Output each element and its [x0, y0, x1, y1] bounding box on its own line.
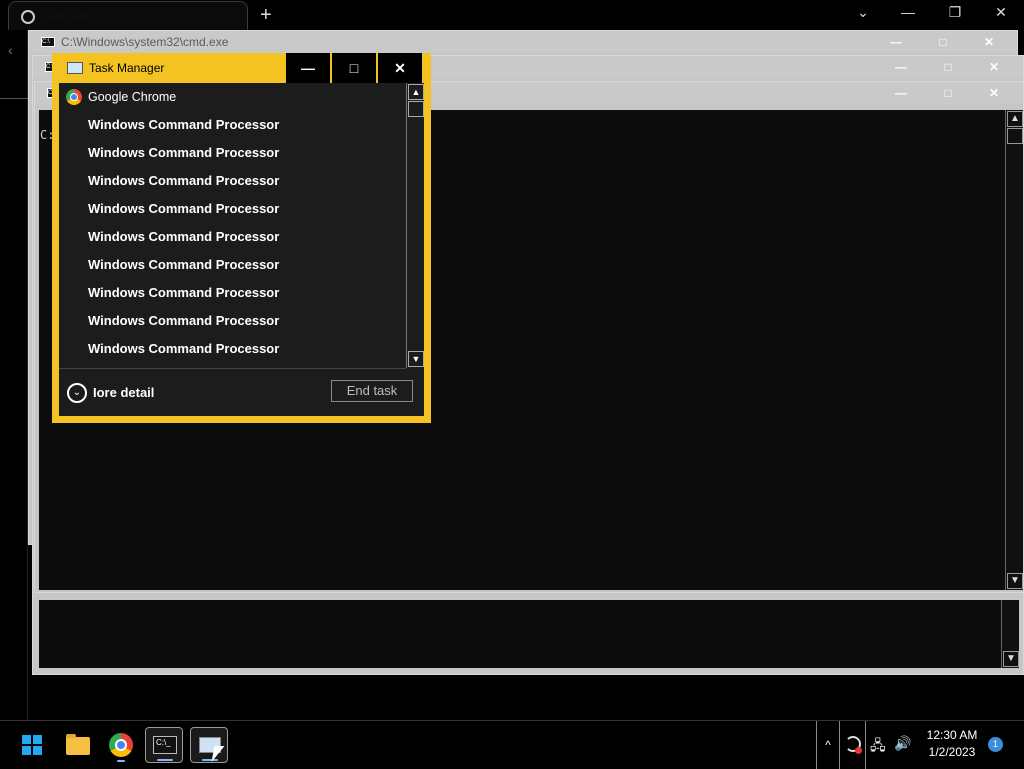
- chrome-favicon-icon: [21, 10, 35, 24]
- scrollbar[interactable]: ▼: [1001, 600, 1019, 668]
- list-item[interactable]: Windows Command Processor: [59, 167, 406, 195]
- task-manager-body: Google Chrome Windows Command Processor …: [59, 83, 424, 416]
- new-tab-button[interactable]: +: [260, 3, 272, 27]
- tab-search-button[interactable]: ⌄: [848, 4, 878, 21]
- process-name: Windows Command Processor: [88, 117, 280, 132]
- list-item[interactable]: Windows Command Processor: [59, 251, 406, 279]
- task-manager-icon: [67, 62, 83, 74]
- process-name: Windows Command Processor: [88, 201, 280, 216]
- windows-logo-icon: [22, 735, 42, 755]
- chrome-close-button[interactable]: ✕: [986, 4, 1016, 21]
- cmd-minimize-button[interactable]: —: [879, 82, 923, 104]
- process-name: Windows Command Processor: [88, 145, 280, 160]
- process-list-scrollbar[interactable]: ▲ ▼: [406, 83, 424, 368]
- process-name: Windows Command Processor: [88, 173, 280, 188]
- list-item[interactable]: Windows Command Processor: [59, 279, 406, 307]
- cmd-close-button[interactable]: ✕: [972, 56, 1016, 78]
- process-name: Windows Command Processor: [88, 313, 280, 328]
- cmd-taskbar-button[interactable]: C:\_: [145, 727, 183, 763]
- scroll-down-arrow-icon[interactable]: ▼: [408, 351, 424, 367]
- network-icon[interactable]: 🖧: [870, 735, 886, 759]
- list-item[interactable]: Windows Command Processor: [59, 139, 406, 167]
- process-name: Windows Command Processor: [88, 229, 280, 244]
- task-manager-titlebar[interactable]: Task Manager — □ ✕: [52, 53, 431, 83]
- cmd-window-titlebar[interactable]: C:\ C:\Windows\system32\cmd.exe — □ ✕: [29, 31, 1017, 53]
- file-explorer-button[interactable]: [58, 727, 96, 763]
- list-item[interactable]: Google Chrome: [59, 83, 406, 111]
- chrome-window-titlebar: New Tab + ⌄ — ❐ ✕: [0, 0, 1024, 31]
- task-manager-title: Task Manager: [89, 61, 165, 75]
- clock-time: 12:30 AM: [926, 728, 978, 742]
- list-item[interactable]: Windows Command Processor: [59, 111, 406, 139]
- list-item[interactable]: Windows Command Processor: [59, 307, 406, 335]
- chevron-down-icon[interactable]: ⌄: [67, 383, 87, 403]
- process-list[interactable]: Google Chrome Windows Command Processor …: [59, 83, 406, 368]
- taskbar: C:\_ ^ 🖧 🔊 12:30 AM 1/2/2023 1: [0, 720, 1024, 769]
- running-indicator: [157, 759, 173, 761]
- list-item[interactable]: Windows Command Processor: [59, 223, 406, 251]
- process-name: Windows Command Processor: [88, 341, 280, 356]
- running-indicator: [117, 760, 125, 762]
- chrome-icon: [66, 89, 82, 105]
- chrome-minimize-button[interactable]: —: [893, 4, 923, 20]
- back-arrow-icon[interactable]: ‹: [8, 42, 13, 58]
- chrome-icon: [109, 733, 133, 757]
- divider: [0, 98, 28, 99]
- volume-icon[interactable]: 🔊: [894, 735, 911, 752]
- cmd-icon: C:\: [41, 37, 55, 47]
- cmd-maximize-button[interactable]: □: [921, 31, 965, 53]
- alert-dot-icon: [855, 747, 862, 754]
- notification-badge[interactable]: 1: [988, 737, 1003, 752]
- divider: [59, 368, 406, 369]
- task-manager-window: Task Manager — □ ✕ Google Chrome Windows…: [52, 53, 431, 423]
- close-button[interactable]: ✕: [378, 53, 422, 83]
- clock[interactable]: 12:30 AM 1/2/2023: [920, 727, 984, 761]
- start-button[interactable]: [13, 727, 51, 763]
- process-name: Windows Command Processor: [88, 257, 280, 272]
- clock-date: 1/2/2023: [928, 745, 976, 759]
- chrome-tab[interactable]: New Tab: [8, 1, 248, 31]
- process-name: Windows Command Processor: [88, 285, 280, 300]
- list-item[interactable]: Windows Command Processor: [59, 335, 406, 363]
- minimize-button[interactable]: —: [286, 53, 330, 83]
- scroll-up-arrow-icon[interactable]: ▲: [1007, 111, 1023, 127]
- more-details-link[interactable]: Iore detail: [93, 385, 154, 400]
- cmd-minimize-button[interactable]: —: [879, 56, 923, 78]
- cmd-maximize-button[interactable]: □: [926, 56, 970, 78]
- cmd-window-title: C:\Windows\system32\cmd.exe: [61, 35, 229, 49]
- sync-tray-icon[interactable]: [842, 721, 866, 769]
- scroll-down-arrow-icon[interactable]: ▼: [1007, 573, 1023, 589]
- chrome-restore-button[interactable]: ❐: [940, 4, 970, 21]
- scrollbar[interactable]: ▲ ▼: [1005, 110, 1023, 590]
- list-item[interactable]: Windows Command Processor: [59, 195, 406, 223]
- cmd-minimize-button[interactable]: —: [874, 31, 918, 53]
- cmd-maximize-button[interactable]: □: [926, 82, 970, 104]
- folder-icon: [66, 734, 90, 755]
- maximize-button[interactable]: □: [332, 53, 376, 83]
- chrome-tab-title: New Tab: [43, 9, 90, 23]
- process-name: Google Chrome: [88, 90, 177, 104]
- end-task-button[interactable]: End task: [331, 380, 413, 402]
- scroll-thumb[interactable]: [1007, 128, 1023, 144]
- scroll-thumb[interactable]: [408, 101, 424, 117]
- scroll-up-arrow-icon[interactable]: ▲: [408, 84, 424, 100]
- scroll-down-arrow-icon[interactable]: ▼: [1003, 651, 1019, 667]
- chrome-taskbar-button[interactable]: [102, 727, 140, 763]
- show-hidden-icons-button[interactable]: ^: [816, 721, 840, 769]
- cmd-close-button[interactable]: ✕: [972, 82, 1016, 104]
- cmd-close-button[interactable]: ✕: [967, 31, 1011, 53]
- cmd-icon: C:\_: [153, 736, 177, 754]
- chrome-content-edge: ‹: [0, 30, 28, 720]
- cmd-console[interactable]: ▼: [39, 600, 1019, 668]
